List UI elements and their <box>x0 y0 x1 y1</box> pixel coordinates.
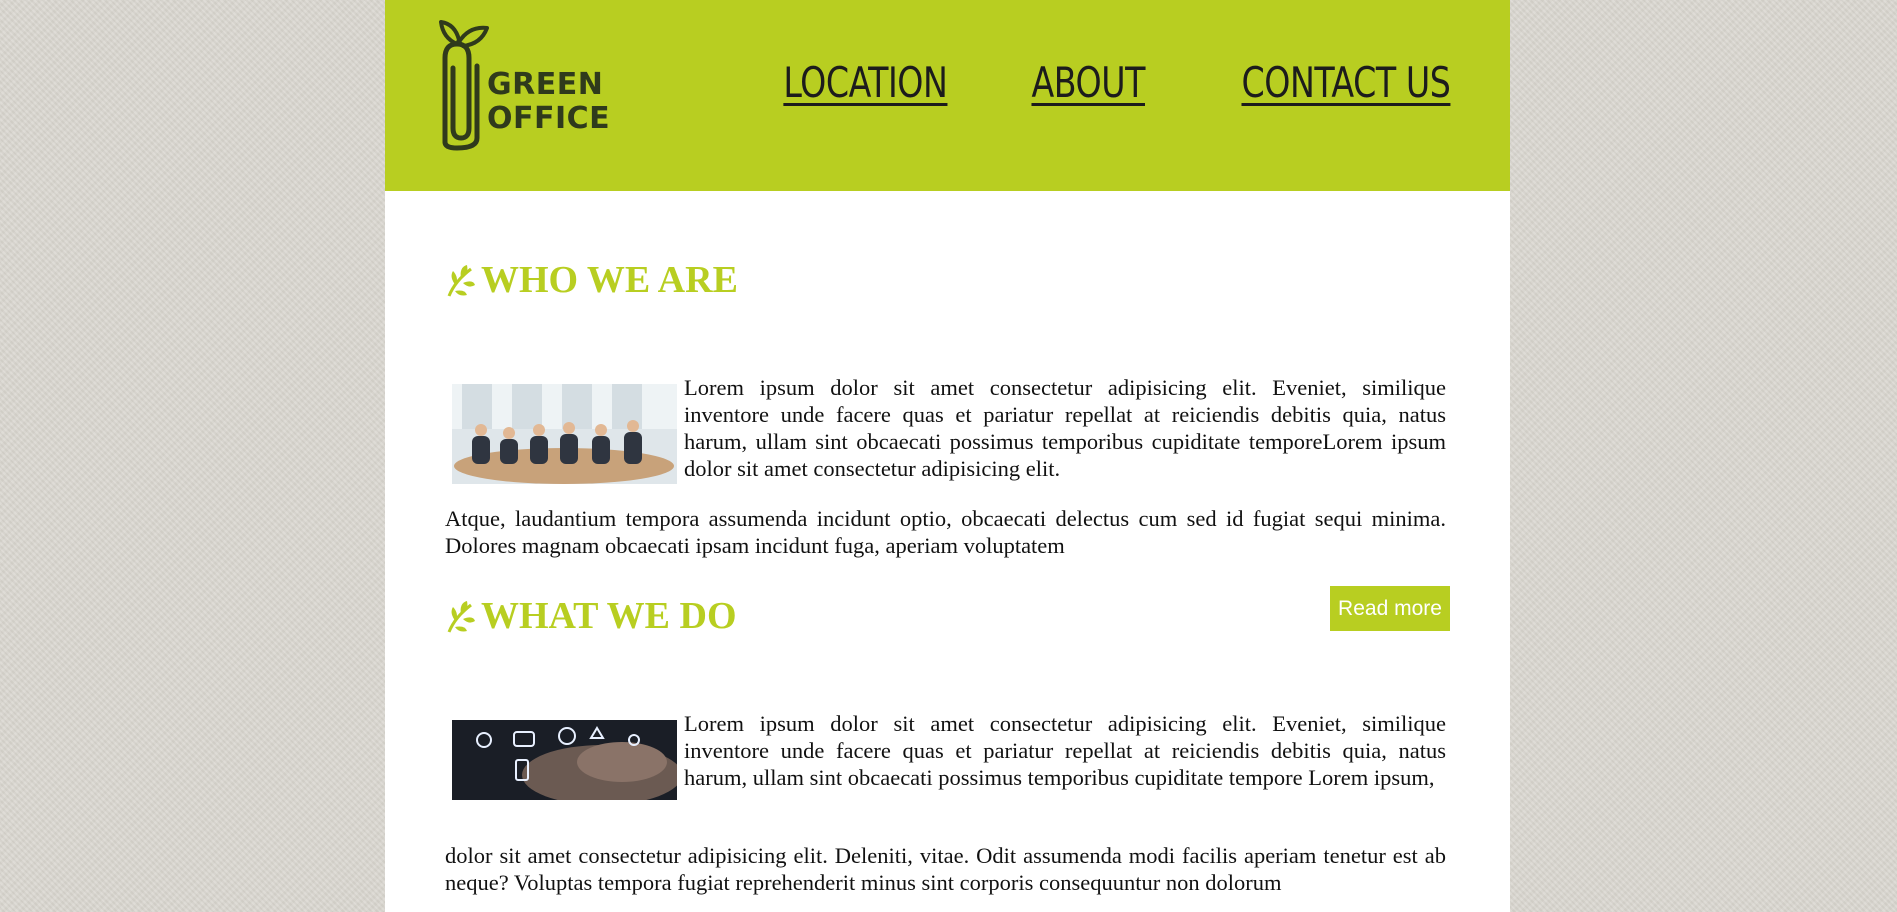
section-title-text: WHAT WE DO <box>481 595 737 637</box>
touch-technology-photo <box>452 720 677 800</box>
leaf-icon <box>447 601 475 633</box>
logo-line-2: OFFICE <box>487 101 611 136</box>
what-we-do-intro-text: Lorem ipsum dolor sit amet consectetur a… <box>684 711 1446 790</box>
page-container: GREEN OFFICE LOCATION ABOUT CONTACT US W… <box>385 0 1510 912</box>
nav-link-about[interactable]: ABOUT <box>1031 58 1145 107</box>
read-more-button[interactable]: Read more <box>1330 586 1450 631</box>
main-nav: LOCATION ABOUT CONTACT US <box>761 58 1450 107</box>
logo-line-1: GREEN <box>487 67 604 102</box>
logo[interactable]: GREEN OFFICE <box>435 20 610 155</box>
section-heading-who-we-are: WHO WE ARE <box>445 258 738 302</box>
logo-wordmark: GREEN OFFICE <box>487 68 610 136</box>
section-title-text: WHO WE ARE <box>481 259 738 301</box>
nav-link-contact-us[interactable]: CONTACT US <box>1241 58 1450 107</box>
who-we-are-intro-text: Lorem ipsum dolor sit amet consectetur a… <box>684 375 1446 481</box>
team-meeting-photo <box>452 384 677 484</box>
nav-link-location[interactable]: LOCATION <box>783 58 948 107</box>
leaf-icon <box>447 265 475 297</box>
site-header: GREEN OFFICE LOCATION ABOUT CONTACT US <box>385 0 1510 191</box>
what-we-do-body-text: dolor sit amet consectetur adipisicing e… <box>445 843 1446 895</box>
paperclip-sprout-icon <box>439 20 489 151</box>
who-we-are-body-text: Atque, laudantium tempora assumenda inci… <box>445 506 1446 558</box>
section-heading-what-we-do: WHAT WE DO <box>445 594 737 638</box>
